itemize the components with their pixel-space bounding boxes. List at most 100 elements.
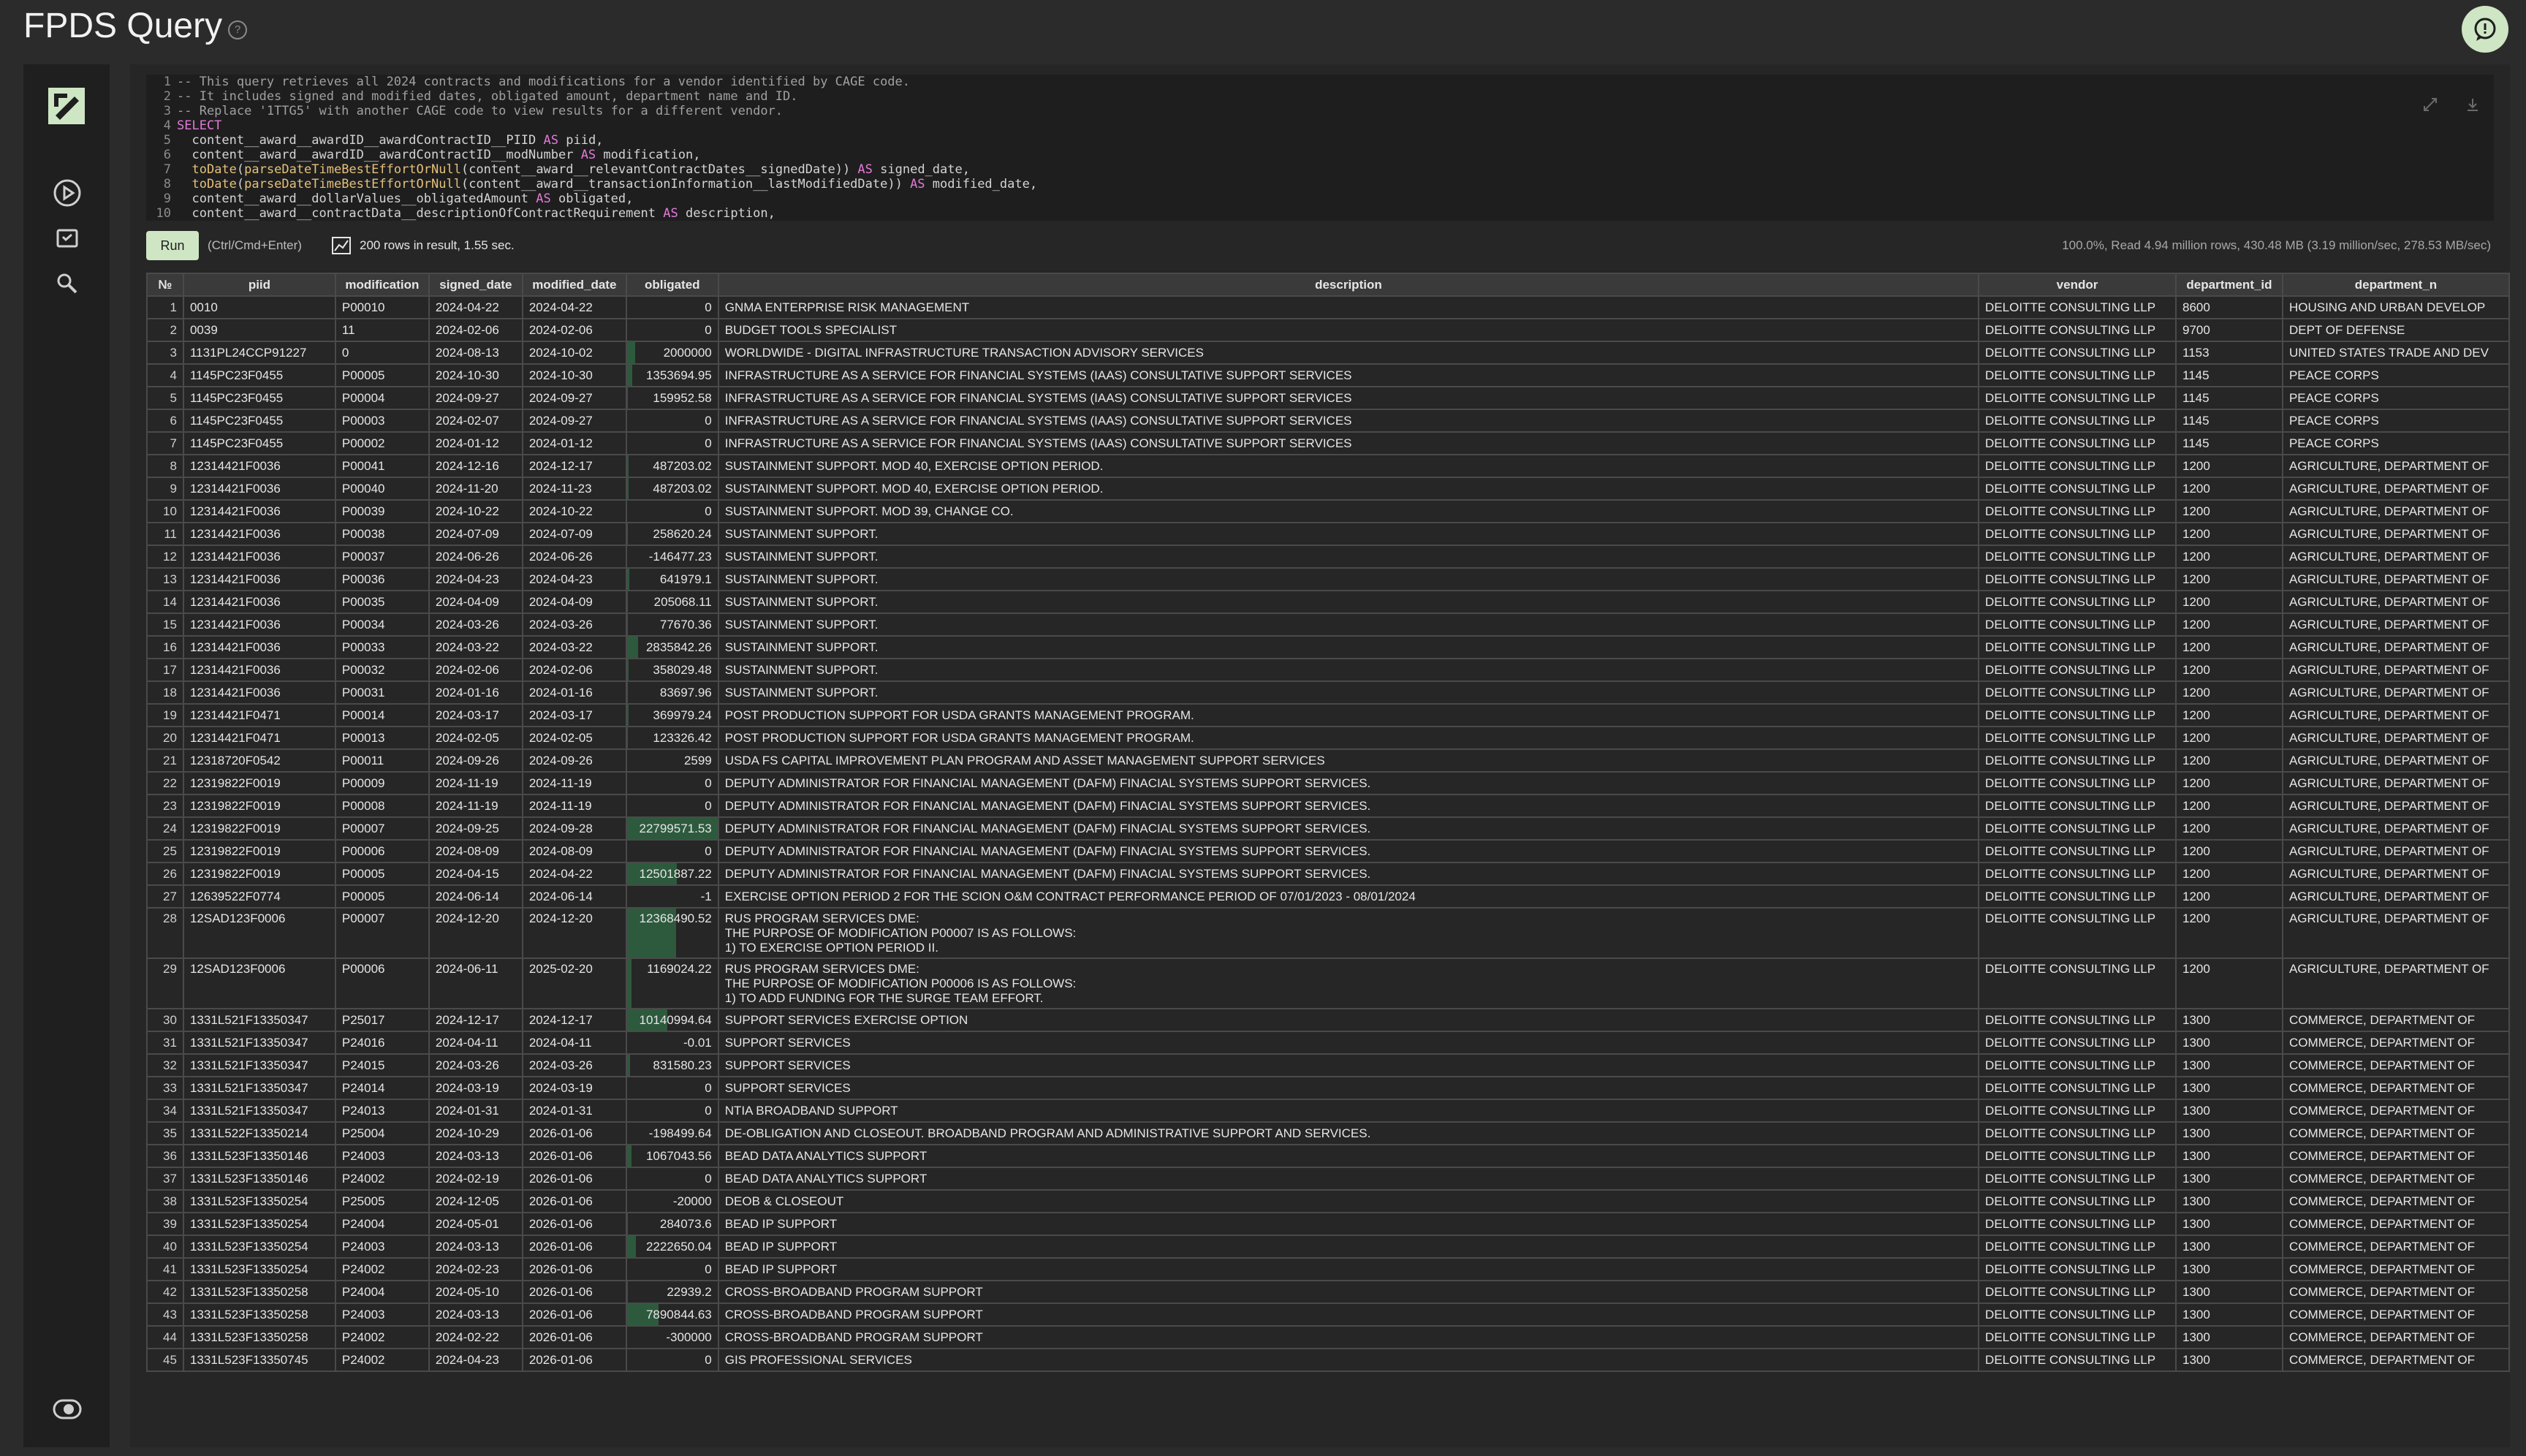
cell-dept_id[interactable]: 9700 <box>2175 318 2283 342</box>
cell-dept[interactable]: COMMERCE, DEPARTMENT OF <box>2281 1325 2510 1349</box>
cell-dept[interactable]: AGRICULTURE, DEPARTMENT OF <box>2281 499 2510 523</box>
cell-signed[interactable]: 2024-10-29 <box>428 1121 523 1145</box>
cell-obligated[interactable]: 22799571.53 <box>625 816 719 841</box>
cell-modified[interactable]: 2024-01-16 <box>521 680 627 705</box>
cell-vendor[interactable]: DELOITTE CONSULTING LLP <box>1978 341 2177 365</box>
cell-piid[interactable]: 1145PC23F0455 <box>182 431 336 455</box>
cell-signed[interactable]: 2024-03-13 <box>428 1235 523 1259</box>
cell-desc[interactable]: GIS PROFESSIONAL SERVICES <box>717 1348 1980 1372</box>
cell-dept_id[interactable]: 1200 <box>2175 794 2283 818</box>
cell-mod[interactable]: P24016 <box>334 1031 430 1055</box>
cell-signed[interactable]: 2024-12-16 <box>428 454 523 478</box>
cell-vendor[interactable]: DELOITTE CONSULTING LLP <box>1978 748 2177 773</box>
cell-piid[interactable]: 12314421F0036 <box>182 590 336 614</box>
cell-desc[interactable]: DEOB & CLOSEOUT <box>717 1189 1980 1213</box>
cell-n[interactable]: 43 <box>146 1303 184 1327</box>
cell-signed[interactable]: 2024-04-23 <box>428 567 523 591</box>
cell-desc[interactable]: NTIA BROADBAND SUPPORT <box>717 1099 1980 1123</box>
cell-modified[interactable]: 2026-01-06 <box>521 1235 627 1259</box>
cell-vendor[interactable]: DELOITTE CONSULTING LLP <box>1978 1031 2177 1055</box>
cell-n[interactable]: 2 <box>146 318 184 342</box>
cell-dept[interactable]: AGRICULTURE, DEPARTMENT OF <box>2281 658 2510 682</box>
cell-obligated[interactable]: 0 <box>625 1099 719 1123</box>
download-icon[interactable] <box>2465 96 2481 113</box>
cell-modified[interactable]: 2024-01-12 <box>521 431 627 455</box>
cell-vendor[interactable]: DELOITTE CONSULTING LLP <box>1978 567 2177 591</box>
cell-vendor[interactable]: DELOITTE CONSULTING LLP <box>1978 1076 2177 1100</box>
cell-piid[interactable]: 12314421F0036 <box>182 567 336 591</box>
cell-signed[interactable]: 2024-09-26 <box>428 748 523 773</box>
cell-modified[interactable]: 2024-03-26 <box>521 613 627 637</box>
cell-desc[interactable]: SUPPORT SERVICES EXERCISE OPTION <box>717 1008 1980 1032</box>
cell-n[interactable]: 8 <box>146 454 184 478</box>
cell-signed[interactable]: 2024-11-20 <box>428 477 523 501</box>
cell-vendor[interactable]: DELOITTE CONSULTING LLP <box>1978 1144 2177 1168</box>
run-query-nav-button[interactable] <box>53 178 82 208</box>
cell-n[interactable]: 13 <box>146 567 184 591</box>
cell-vendor[interactable]: DELOITTE CONSULTING LLP <box>1978 363 2177 387</box>
cell-mod[interactable]: P00003 <box>334 409 430 433</box>
table-row[interactable]: 35 1331L522F13350214 P25004 2024-10-29 2026-… <box>146 1121 2510 1145</box>
cell-n[interactable]: 22 <box>146 771 184 795</box>
cell-dept[interactable]: HOUSING AND URBAN DEVELOP <box>2281 295 2510 319</box>
table-row[interactable]: 2 0039 11 2024-02-06 2024-02-06 0 BUDGET TOOLS… <box>146 318 2510 342</box>
cell-modified[interactable]: 2024-06-26 <box>521 545 627 569</box>
cell-piid[interactable]: 12314421F0036 <box>182 477 336 501</box>
cell-n[interactable]: 33 <box>146 1076 184 1100</box>
table-row[interactable]: 42 1331L523F13350258 P24004 2024-05-10 2026-… <box>146 1280 2510 1304</box>
cell-vendor[interactable]: DELOITTE CONSULTING LLP <box>1978 590 2177 614</box>
cell-obligated[interactable]: 284073.6 <box>625 1212 719 1236</box>
cell-desc[interactable]: DEPUTY ADMINISTRATOR FOR FINANCIAL MANAG… <box>717 816 1980 841</box>
table-row[interactable]: 21 12318720F0542 P00011 2024-09-26 2024-09-2… <box>146 748 2510 773</box>
cell-mod[interactable]: P24015 <box>334 1053 430 1077</box>
table-row[interactable]: 10 12314421F0036 P00039 2024-10-22 2024-10-2… <box>146 499 2510 523</box>
cell-modified[interactable]: 2024-04-09 <box>521 590 627 614</box>
cell-obligated[interactable]: 0 <box>625 1076 719 1100</box>
cell-mod[interactable]: P00034 <box>334 613 430 637</box>
cell-obligated[interactable]: 7890844.63 <box>625 1303 719 1327</box>
cell-mod[interactable]: P25017 <box>334 1008 430 1032</box>
cell-mod[interactable]: P00031 <box>334 680 430 705</box>
cell-mod[interactable]: P00035 <box>334 590 430 614</box>
cell-dept[interactable]: COMMERCE, DEPARTMENT OF <box>2281 1235 2510 1259</box>
cell-desc[interactable]: RUS PROGRAM SERVICES DME: THE PURPOSE OF… <box>717 958 1980 1009</box>
table-row[interactable]: 45 1331L523F13350745 P24002 2024-04-23 2026-… <box>146 1348 2510 1372</box>
cell-modified[interactable]: 2024-06-14 <box>521 884 627 909</box>
cell-modified[interactable]: 2024-12-17 <box>521 1008 627 1032</box>
cell-dept[interactable]: AGRICULTURE, DEPARTMENT OF <box>2281 748 2510 773</box>
cell-desc[interactable]: SUSTAINMENT SUPPORT. <box>717 545 1980 569</box>
cell-vendor[interactable]: DELOITTE CONSULTING LLP <box>1978 635 2177 659</box>
cell-vendor[interactable]: DELOITTE CONSULTING LLP <box>1978 386 2177 410</box>
cell-obligated[interactable]: 159952.58 <box>625 386 719 410</box>
cell-dept[interactable]: AGRICULTURE, DEPARTMENT OF <box>2281 477 2510 501</box>
cell-mod[interactable]: P24004 <box>334 1280 430 1304</box>
cell-modified[interactable]: 2024-12-20 <box>521 907 627 959</box>
cell-dept_id[interactable]: 1145 <box>2175 409 2283 433</box>
cell-desc[interactable]: RUS PROGRAM SERVICES DME: THE PURPOSE OF… <box>717 907 1980 959</box>
cell-n[interactable]: 45 <box>146 1348 184 1372</box>
cell-modified[interactable]: 2026-01-06 <box>521 1167 627 1191</box>
cell-obligated[interactable]: 1067043.56 <box>625 1144 719 1168</box>
cell-mod[interactable]: P00013 <box>334 726 430 750</box>
cell-dept[interactable]: AGRICULTURE, DEPARTMENT OF <box>2281 703 2510 727</box>
cell-dept_id[interactable]: 1300 <box>2175 1008 2283 1032</box>
cell-obligated[interactable]: 2000000 <box>625 341 719 365</box>
cell-desc[interactable]: INFRASTRUCTURE AS A SERVICE FOR FINANCIA… <box>717 409 1980 433</box>
cell-dept_id[interactable]: 1300 <box>2175 1099 2283 1123</box>
cell-obligated[interactable]: 1169024.22 <box>625 958 719 1009</box>
cell-vendor[interactable]: DELOITTE CONSULTING LLP <box>1978 1189 2177 1213</box>
cell-dept[interactable]: AGRICULTURE, DEPARTMENT OF <box>2281 726 2510 750</box>
table-row[interactable]: 20 12314421F0471 P00013 2024-02-05 2024-02-0… <box>146 726 2510 750</box>
cell-desc[interactable]: INFRASTRUCTURE AS A SERVICE FOR FINANCIA… <box>717 363 1980 387</box>
column-header[interactable]: vendor <box>1978 273 2177 297</box>
cell-mod[interactable]: P24002 <box>334 1348 430 1372</box>
cell-dept_id[interactable]: 1200 <box>2175 590 2283 614</box>
cell-modified[interactable]: 2024-10-22 <box>521 499 627 523</box>
cell-n[interactable]: 23 <box>146 794 184 818</box>
cell-signed[interactable]: 2024-04-09 <box>428 590 523 614</box>
cell-obligated[interactable]: 2599 <box>625 748 719 773</box>
cell-vendor[interactable]: DELOITTE CONSULTING LLP <box>1978 907 2177 959</box>
cell-dept[interactable]: UNITED STATES TRADE AND DEV <box>2281 341 2510 365</box>
cell-dept[interactable]: PEACE CORPS <box>2281 363 2510 387</box>
table-row[interactable]: 22 12319822F0019 P00009 2024-11-19 2024-11-1… <box>146 771 2510 795</box>
